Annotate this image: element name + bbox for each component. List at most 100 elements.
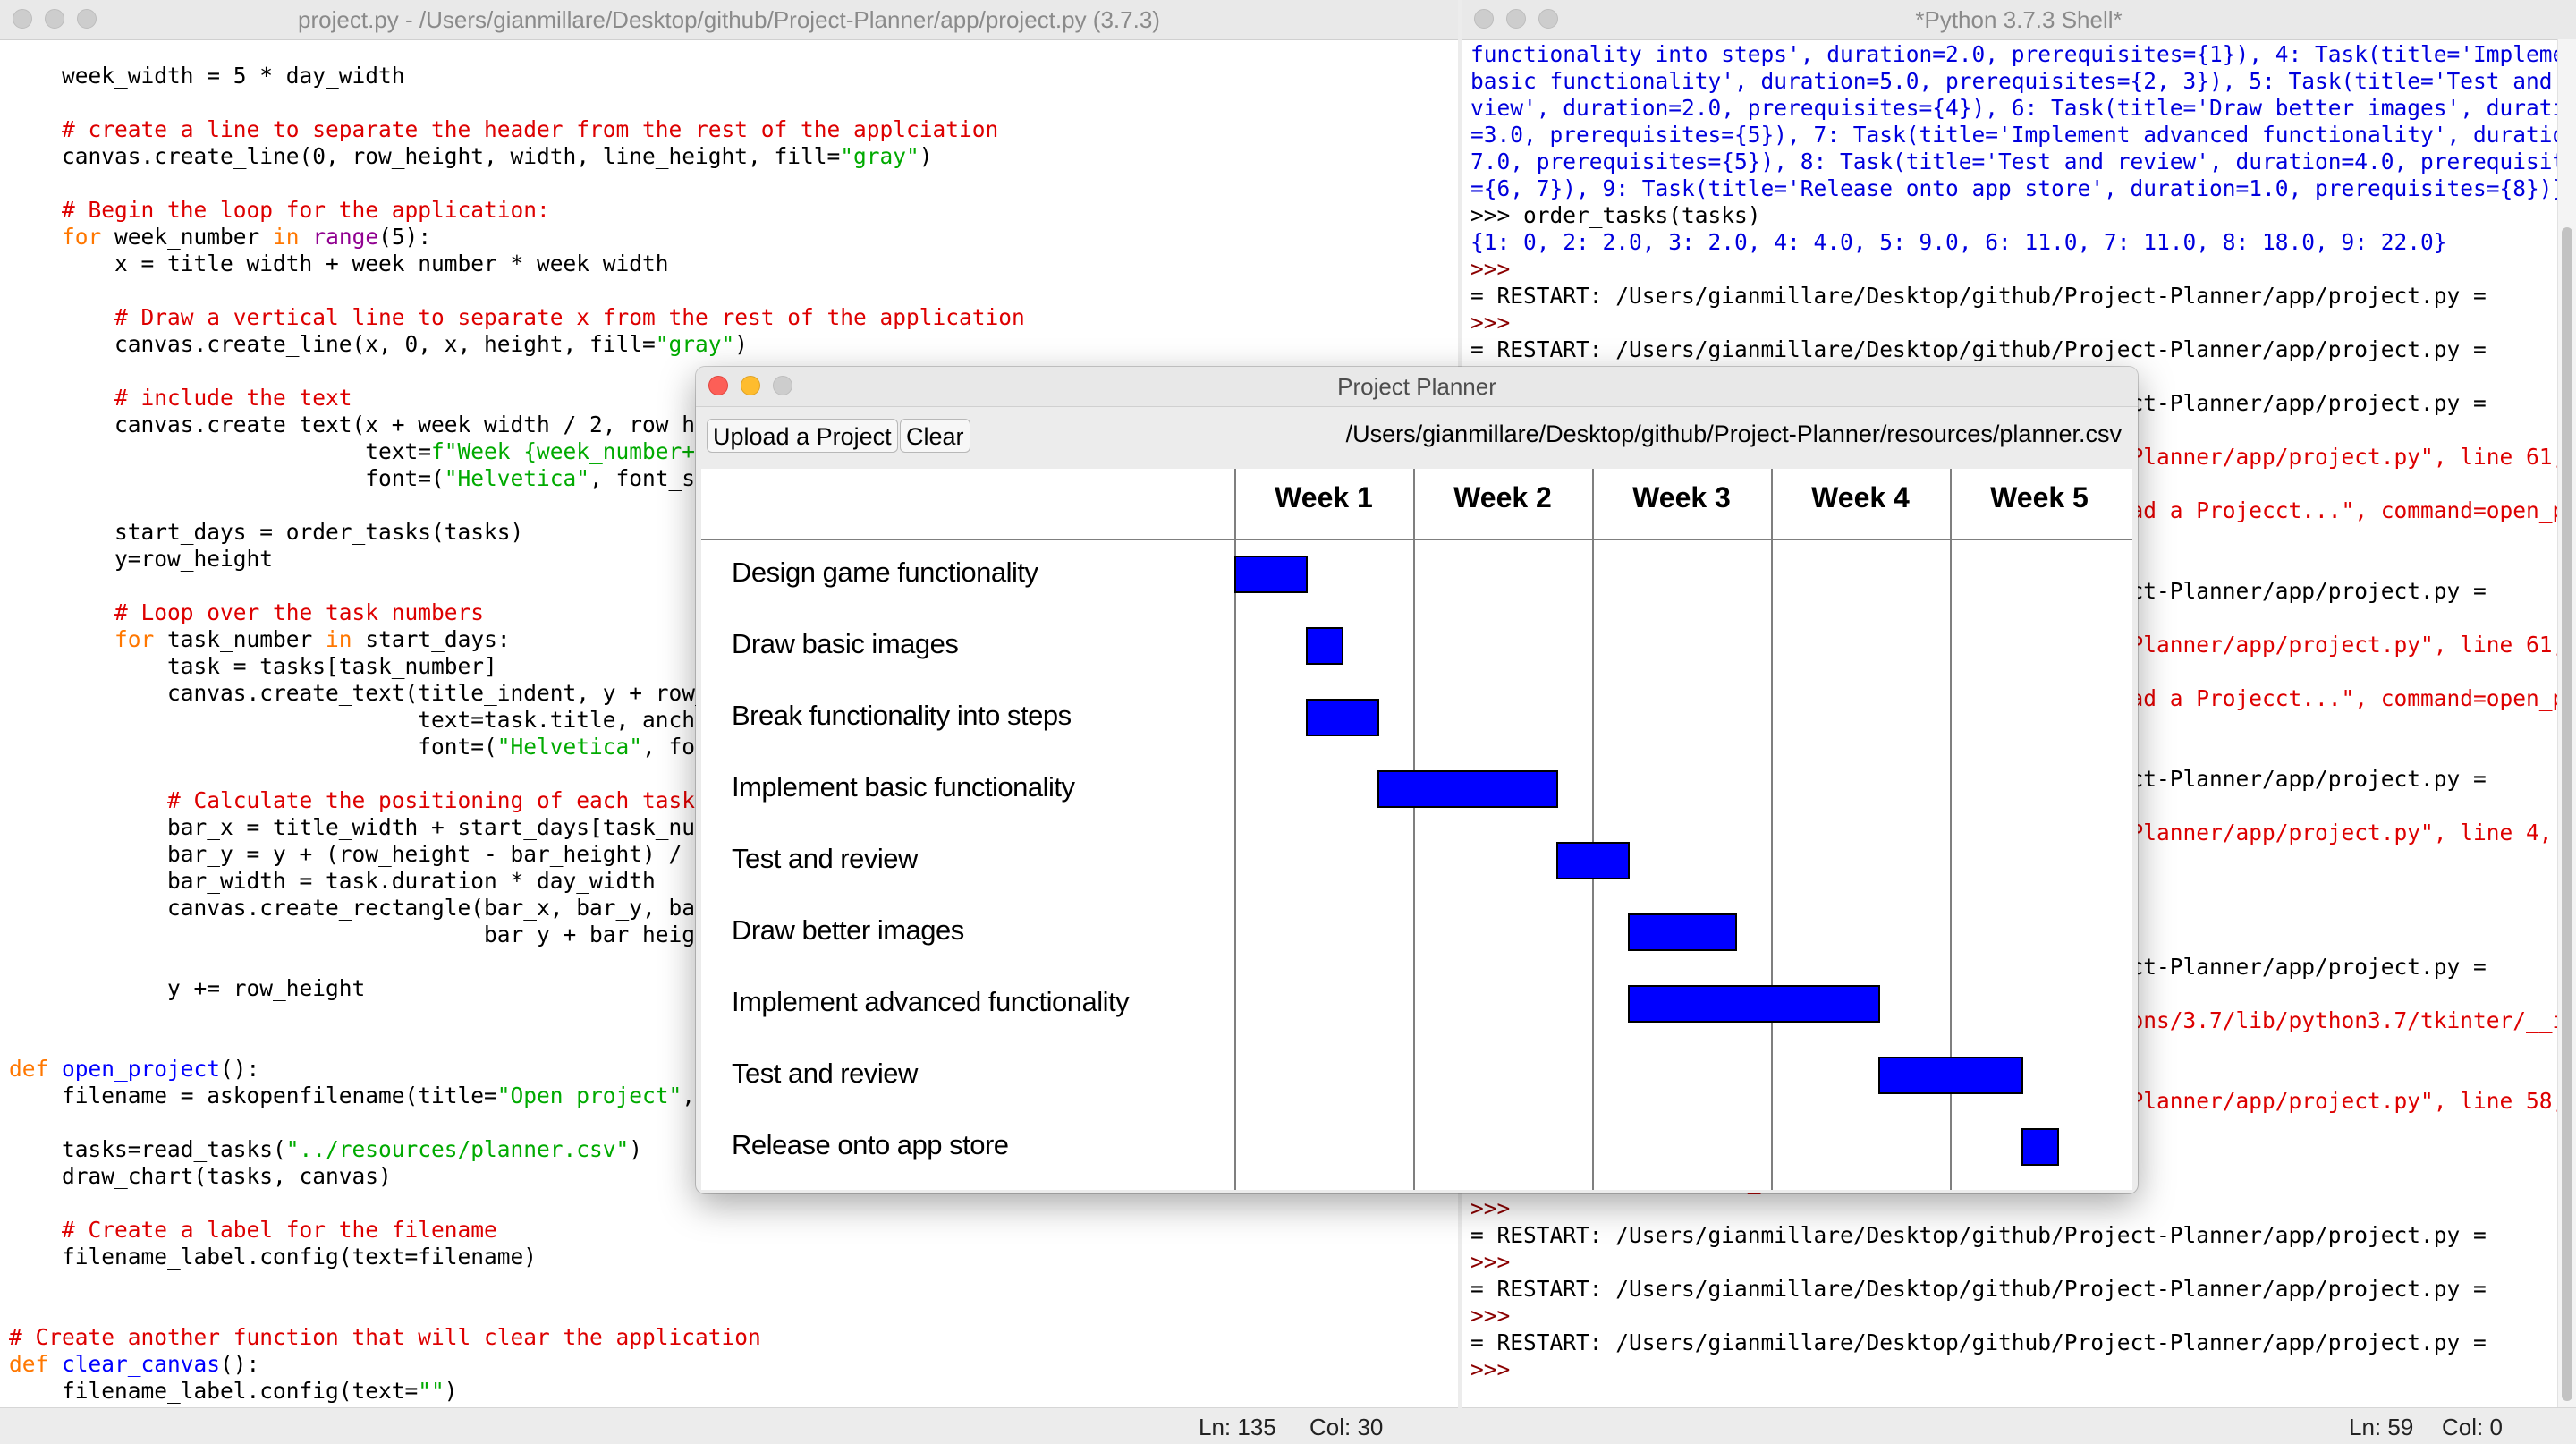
code-line: = RESTART: /Users/gianmillare/Desktop/gi… xyxy=(1470,1222,2487,1249)
code-token: ) xyxy=(444,1378,458,1404)
code-line: def open_project(): xyxy=(9,1056,259,1083)
code-line: text=f"Week {week_number+1}", xyxy=(9,438,748,465)
code-line: functionality into steps', duration=2.0,… xyxy=(1470,41,2558,68)
week-gridline xyxy=(1771,469,1773,1190)
task-bar xyxy=(2021,1128,2059,1166)
code-token: range xyxy=(312,224,379,250)
code-token: ) xyxy=(734,331,749,357)
code-token: bar_width = task.duration * day_width xyxy=(9,868,656,894)
column-indicator: Col: 0 xyxy=(2442,1414,2503,1440)
code-line: # Loop over the task numbers xyxy=(9,599,484,626)
code-line: filename_label.config(text="") xyxy=(9,1378,458,1405)
code-line: y=row_height xyxy=(9,546,273,573)
code-line: # Begin the loop for the application: xyxy=(9,197,550,224)
code-line: >>> xyxy=(1470,1195,1523,1222)
code-token: "Helvetica" xyxy=(444,465,590,491)
code-token: # Begin the loop for the application: xyxy=(9,197,550,223)
header-separator xyxy=(701,539,2132,540)
planner-titlebar[interactable]: Project Planner xyxy=(696,367,2138,407)
code-line: = RESTART: /Users/gianmillare/Desktop/gi… xyxy=(1470,283,2487,310)
code-token: def xyxy=(9,1056,49,1082)
task-label: Implement basic functionality xyxy=(732,771,1075,803)
code-line: draw_chart(tasks, canvas) xyxy=(9,1163,392,1190)
shell-scroll-thumb[interactable] xyxy=(2562,227,2572,1401)
code-line: 7.0, prerequisites={5}), 8: Task(title='… xyxy=(1470,149,2558,175)
code-line: week_width = 5 * day_width xyxy=(9,63,405,89)
code-line: y += row_height xyxy=(9,975,365,1002)
code-line: >>> xyxy=(1470,310,1523,336)
task-label: Test and review xyxy=(732,843,918,874)
clear-button[interactable]: Clear xyxy=(900,419,970,453)
code-token: draw_chart(tasks, canvas) xyxy=(9,1163,392,1189)
week-label: Week 4 xyxy=(1811,481,1910,514)
planner-title: Project Planner xyxy=(1337,373,1496,400)
week-gridline xyxy=(1592,469,1594,1190)
code-line: font=("Helvetica", font_size)) xyxy=(9,734,814,760)
task-label: Break functionality into steps xyxy=(732,700,1072,731)
code-token: open_project xyxy=(62,1056,221,1082)
code-token: task = tasks[task_number] xyxy=(9,653,497,679)
task-bar xyxy=(1628,913,1737,951)
code-line: for week_number in range(5): xyxy=(9,224,431,251)
code-token: f"Week {week_number+1}" xyxy=(431,438,735,464)
code-token: "../resources/planner.csv" xyxy=(285,1136,630,1162)
editor-title: project.py - /Users/gianmillare/Desktop/… xyxy=(298,6,1160,33)
code-token: # Calculate the positioning of each task xyxy=(9,787,696,813)
week-label: Week 5 xyxy=(1990,481,2089,514)
filename-label: /Users/gianmillare/Desktop/github/Projec… xyxy=(1345,420,2122,447)
code-token: in xyxy=(326,626,352,652)
shell-scrollbar[interactable] xyxy=(2557,39,2576,1408)
code-line: >>> xyxy=(1470,1303,1523,1329)
code-token: >>> xyxy=(1470,1303,1524,1329)
code-token: canvas.create_line(0, row_height, width,… xyxy=(9,143,841,169)
code-line: canvas.create_line(0, row_height, width,… xyxy=(9,143,933,170)
code-token: 7.0, prerequisites={5}), 8: Task(title='… xyxy=(1470,149,2558,174)
code-line: # Calculate the positioning of each task xyxy=(9,787,695,814)
code-token: =3.0, prerequisites={5}), 7: Task(title=… xyxy=(1470,122,2558,148)
code-token: ) xyxy=(629,1136,643,1162)
task-bar xyxy=(1556,842,1630,879)
code-token: = RESTART: /Users/gianmillare/Desktop/gi… xyxy=(1470,1276,2487,1302)
shell-titlebar[interactable]: *Python 3.7.3 Shell* xyxy=(1462,0,2576,40)
week-gridline xyxy=(1413,469,1415,1190)
task-bar xyxy=(1377,770,1558,808)
code-line: >>> xyxy=(1470,256,1523,283)
code-line: = RESTART: /Users/gianmillare/Desktop/gi… xyxy=(1470,336,2487,363)
code-line: canvas.create_line(x, 0, x, height, fill… xyxy=(9,331,748,358)
code-token: # Loop over the task numbers xyxy=(9,599,485,625)
upload-project-button[interactable]: Upload a Project xyxy=(707,419,898,453)
code-token: = RESTART: /Users/gianmillare/Desktop/gi… xyxy=(1470,1222,2487,1248)
code-token: ) xyxy=(919,143,933,169)
code-line: # create a line to separate the header f… xyxy=(9,116,998,143)
code-line: = RESTART: /Users/gianmillare/Desktop/gi… xyxy=(1470,1329,2487,1356)
line-indicator: Ln: 59 xyxy=(2349,1414,2414,1440)
code-token: in xyxy=(273,224,300,250)
code-line: x = title_width + week_number * week_wid… xyxy=(9,251,669,277)
editor-titlebar[interactable]: project.py - /Users/gianmillare/Desktop/… xyxy=(0,0,1458,40)
code-token: start_days = order_tasks(tasks) xyxy=(9,519,524,545)
column-indicator: Col: 30 xyxy=(1309,1414,1384,1440)
task-label: Draw better images xyxy=(732,914,964,946)
task-bar xyxy=(1234,556,1308,593)
code-line: task = tasks[task_number] xyxy=(9,653,497,680)
code-line: = RESTART: /Users/gianmillare/Desktop/gi… xyxy=(1470,1276,2487,1303)
code-line: bar_width = task.duration * day_width xyxy=(9,868,656,895)
code-line: # Create a label for the filename xyxy=(9,1217,497,1244)
code-line: >>> order_tasks(tasks) xyxy=(1470,202,1761,229)
editor-statusbar: Ln: 135 Col: 30 xyxy=(0,1407,1458,1444)
week-label: Week 3 xyxy=(1632,481,1731,514)
code-token: (): xyxy=(220,1056,260,1082)
code-token: "Open project" xyxy=(496,1083,682,1108)
code-token: filename = askopenfilename(title= xyxy=(9,1083,497,1108)
shell-statusbar: Ln: 59 Col: 0 xyxy=(1462,1407,2576,1444)
code-token: "Helvetica" xyxy=(496,734,643,760)
code-token: filename_label.config(text=filename) xyxy=(9,1244,538,1270)
code-token: y=row_height xyxy=(9,546,274,572)
code-line: >>> xyxy=(1470,1356,1523,1383)
code-token: text= xyxy=(9,438,432,464)
code-token: # include the text xyxy=(9,385,352,411)
